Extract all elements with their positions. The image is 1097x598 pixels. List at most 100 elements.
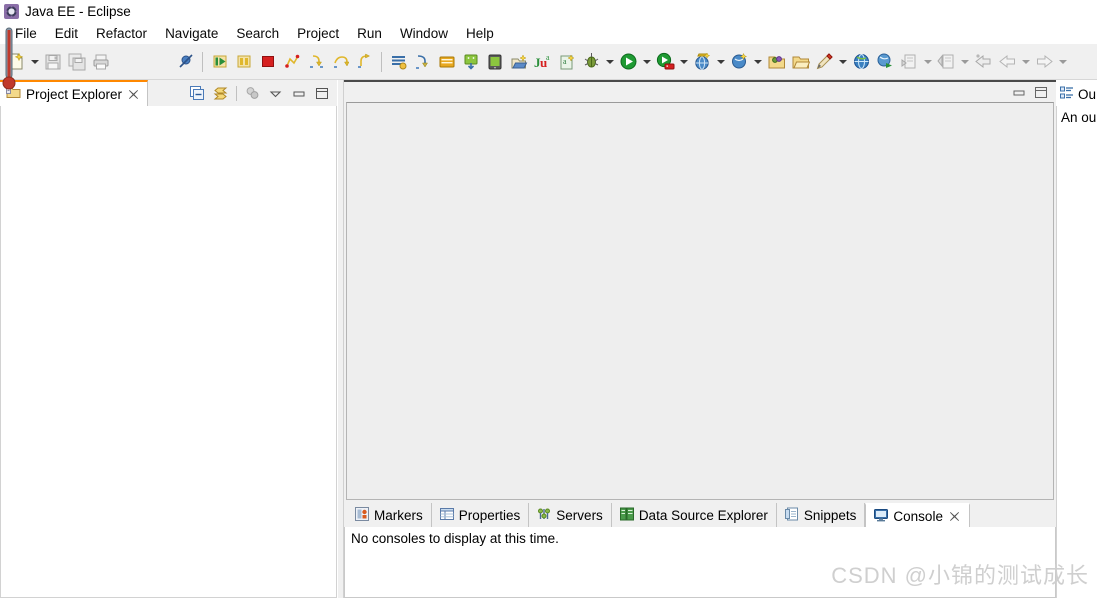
view-menu-icon[interactable] [265,83,286,103]
tab-console[interactable]: Console [865,503,970,527]
menu-search[interactable]: Search [227,25,288,42]
suspend-icon[interactable] [232,49,256,75]
menu-run[interactable]: Run [348,25,391,42]
menu-edit[interactable]: Edit [46,25,87,42]
new-project-wizard-dropdown-icon[interactable] [751,49,764,75]
open-folder-icon[interactable] [788,49,812,75]
globe-icon[interactable] [849,49,873,75]
run-dropdown-icon[interactable] [640,49,653,75]
maximize-icon[interactable] [1032,84,1050,100]
close-icon[interactable] [127,88,140,101]
forward-arrow-icon [1032,49,1056,75]
minimize-icon[interactable] [288,83,309,103]
new-project-wizard-icon[interactable] [727,49,751,75]
close-icon[interactable] [948,510,961,523]
step-over-icon[interactable] [328,49,352,75]
forward-dropdown-icon [1056,49,1069,75]
skip-breakpoints-icon[interactable] [173,49,197,75]
ddms-icon[interactable] [411,49,435,75]
main-toolbar: J u a a [0,44,1097,80]
run-on-server-icon[interactable] [653,49,677,75]
new-android-xml-icon[interactable]: a [555,49,579,75]
menu-bar: File Edit Refactor Navigate Search Proje… [0,22,1097,44]
toolbar-separator [236,85,237,101]
watermark: CSDN @小锦的测试成长 [831,563,1089,588]
tab-project-explorer[interactable]: Project Explorer [0,80,149,106]
tab-snippets[interactable]: Snippets [777,503,866,527]
avd-manager-icon[interactable] [459,49,483,75]
pencil-dropdown-icon[interactable] [836,49,849,75]
tab-label: Data Source Explorer [638,507,768,523]
new-android-project-icon[interactable] [507,49,531,75]
terminate-icon[interactable] [256,49,280,75]
toolbar-separator [381,51,382,72]
tab-label: Markers [374,507,423,523]
web-browser-dropdown-icon[interactable] [714,49,727,75]
tab-label: Servers [556,507,603,523]
tab-markers[interactable]: Markers [347,503,432,527]
new-package-icon[interactable] [764,49,788,75]
junit-icon[interactable]: J u a [531,49,555,75]
tab-properties[interactable]: Properties [432,503,530,527]
outline-icon [1060,86,1074,103]
menu-navigate[interactable]: Navigate [156,25,227,42]
step-return-icon[interactable] [352,49,376,75]
data-source-explorer-icon [619,507,634,524]
android-device-icon[interactable] [483,49,507,75]
sdk-manager-icon[interactable] [435,49,459,75]
markers-icon [355,506,369,524]
menu-refactor[interactable]: Refactor [87,25,156,42]
last-edit-icon [934,49,958,75]
project-explorer-tree[interactable] [0,106,337,598]
menu-window[interactable]: Window [391,25,457,42]
outline-tabrow[interactable]: Ou [1056,80,1097,106]
editor-area [344,80,1056,500]
outline-message: An ou [1056,106,1097,598]
window-title: Java EE - Eclipse [25,3,131,19]
sash-divider[interactable] [337,80,344,598]
link-with-editor-icon[interactable] [210,83,231,103]
pencil-icon[interactable] [812,49,836,75]
console-icon [874,508,889,525]
center-column: Markers Properties Servers Data Source E… [344,80,1056,598]
editor-tabrow [344,80,1056,102]
project-explorer-label: Project Explorer [26,86,123,102]
search-globe-icon[interactable] [873,49,897,75]
save-all-icon [65,49,89,75]
menu-help[interactable]: Help [457,25,503,42]
resume-icon[interactable] [208,49,232,75]
tab-servers[interactable]: Servers [529,503,612,527]
outline-view: Ou An ou [1056,80,1097,598]
debug-icon[interactable] [579,49,603,75]
servers-icon [537,507,551,524]
menu-project[interactable]: Project [288,25,348,42]
tab-label: Properties [458,507,521,523]
save-icon [41,49,65,75]
disconnect-icon[interactable] [280,49,304,75]
project-explorer-icon [6,85,21,103]
logcat-icon[interactable] [387,49,411,75]
maximize-icon[interactable] [311,83,332,103]
svg-text:a: a [563,57,567,66]
step-into-icon[interactable] [304,49,328,75]
focus-on-active-task-icon [242,83,263,103]
minimize-icon[interactable] [1010,84,1028,100]
run-on-server-dropdown-icon[interactable] [677,49,690,75]
back-history-icon [971,49,995,75]
web-browser-icon[interactable] [690,49,714,75]
snippets-icon [784,507,799,524]
annotation-dropdown-icon [921,49,934,75]
menu-file[interactable]: File [6,25,46,42]
toolbar-separator [202,51,203,72]
run-icon[interactable] [616,49,640,75]
tab-data-source-explorer[interactable]: Data Source Explorer [612,503,777,527]
new-file-dropdown-icon[interactable] [28,49,41,75]
properties-icon [439,507,454,524]
collapse-all-icon[interactable] [187,83,208,103]
project-explorer-view: Project Explorer [0,80,337,598]
new-file-icon[interactable] [4,49,28,75]
debug-dropdown-icon[interactable] [603,49,616,75]
project-explorer-toolbar [187,80,337,106]
tab-label: Snippets [803,507,857,523]
editor-canvas[interactable] [346,102,1054,500]
